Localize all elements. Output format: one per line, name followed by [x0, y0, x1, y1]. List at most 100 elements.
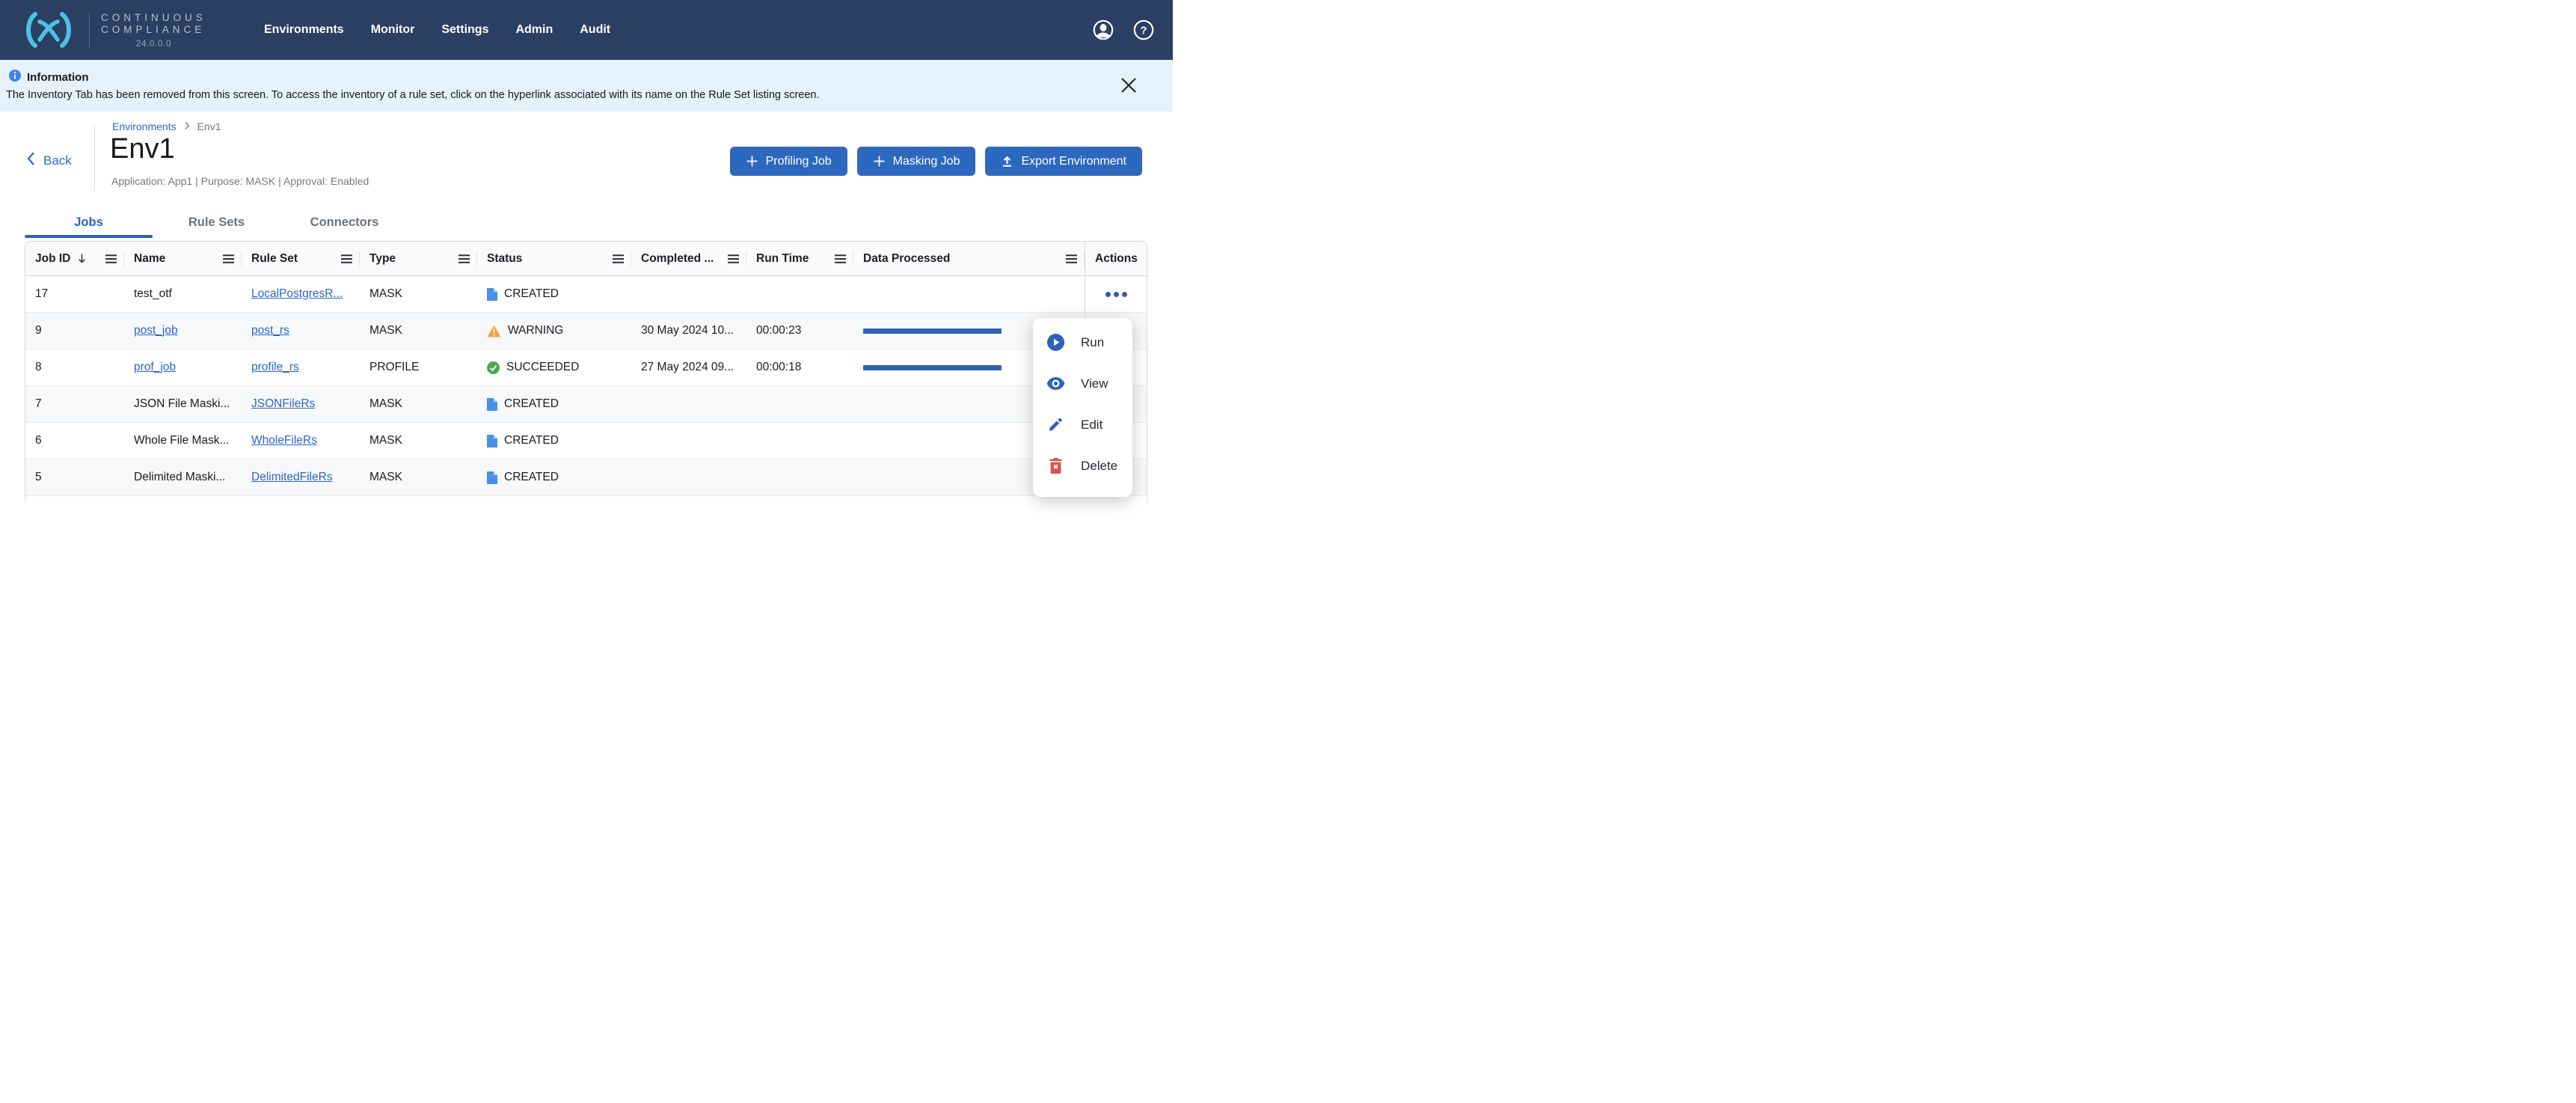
plus-icon: [746, 155, 758, 168]
menu-item-edit[interactable]: Edit: [1033, 404, 1132, 445]
page-subtitle: Application: App1 | Purpose: MASK | Appr…: [111, 175, 369, 187]
export-environment-button[interactable]: Export Environment: [985, 147, 1142, 176]
main-nav: Environments Monitor Settings Admin Audit: [264, 0, 610, 60]
brand-line-1: CONTINUOUS: [101, 12, 206, 24]
job-type-cell: MASK: [360, 276, 477, 312]
column-menu-icon[interactable]: [459, 254, 470, 263]
column-menu-icon[interactable]: [1066, 254, 1077, 263]
rule-set-cell: post_rs: [242, 313, 360, 349]
nav-item-monitor[interactable]: Monitor: [371, 23, 415, 37]
banner-close-icon[interactable]: [1120, 77, 1138, 95]
nav-item-admin[interactable]: Admin: [515, 23, 553, 37]
button-label: Masking Job: [893, 155, 960, 168]
menu-item-label: Run: [1081, 335, 1104, 350]
banner-message: The Inventory Tab has been removed from …: [6, 89, 820, 101]
rule-set-link[interactable]: profile_rs: [251, 361, 299, 374]
column-menu-icon[interactable]: [835, 254, 846, 263]
run-time-cell: [746, 276, 853, 312]
account-icon[interactable]: [1093, 19, 1114, 40]
rule-set-link[interactable]: LocalPostgresR...: [251, 287, 343, 301]
nav-item-settings[interactable]: Settings: [441, 23, 488, 37]
column-label: Type: [369, 252, 396, 266]
rule-set-link[interactable]: DelimitedFileRs: [251, 471, 333, 484]
jobs-table: Job IDNameRule SetTypeStatusCompleted ..…: [25, 241, 1147, 502]
menu-item-delete[interactable]: Delete: [1033, 445, 1132, 486]
completed-cell: [631, 276, 746, 312]
job-name-cell: post_job: [124, 313, 242, 349]
job-id-cell: 7: [25, 386, 124, 422]
button-label: Export Environment: [1021, 155, 1126, 168]
job-id-cell: 9: [25, 313, 124, 349]
page-title: Env1: [110, 133, 175, 165]
run-time-cell: [746, 459, 853, 495]
info-icon: [9, 70, 21, 85]
breadcrumb-current: Env1: [197, 120, 221, 132]
column-menu-icon[interactable]: [341, 254, 352, 263]
help-icon[interactable]: ?: [1133, 19, 1154, 40]
row-actions-menu: Run ViewEdit Delete: [1033, 318, 1132, 497]
rule-set-link[interactable]: JSONFileRs: [251, 397, 315, 411]
rule-set-cell: WholeFileRs: [242, 423, 360, 459]
completed-cell: [631, 386, 746, 422]
back-button[interactable]: Back: [26, 151, 72, 170]
table-row-job-6: 6Whole File Mask...WholeFileRsMASKCREATE…: [25, 423, 1147, 459]
menu-item-run[interactable]: Run: [1033, 322, 1132, 363]
tab-connectors[interactable]: Connectors: [280, 210, 408, 235]
profiling-job-button[interactable]: Profiling Job: [730, 147, 847, 176]
row-actions-button[interactable]: [1101, 287, 1132, 302]
tab-rule-sets[interactable]: Rule Sets: [153, 210, 280, 235]
document-status-icon: [487, 435, 497, 447]
column-header-name: Name: [124, 242, 242, 275]
brand-wordmark: CONTINUOUS COMPLIANCE 24.0.0.0: [101, 12, 206, 49]
column-header-job-id: Job ID: [25, 242, 124, 275]
rule-set-link[interactable]: WholeFileRs: [251, 434, 317, 447]
brand-logo: CONTINUOUS COMPLIANCE 24.0.0.0: [21, 0, 206, 60]
info-banner: Information The Inventory Tab has been r…: [0, 60, 1173, 111]
run-time-cell: [746, 386, 853, 422]
status-cell: SUCCEEDED: [477, 349, 631, 385]
column-menu-icon[interactable]: [105, 254, 117, 263]
sort-desc-icon[interactable]: [77, 253, 87, 264]
nav-item-environments[interactable]: Environments: [264, 23, 344, 37]
completed-cell: 27 May 2024 09...: [631, 349, 746, 385]
column-header-completed: Completed ...: [631, 242, 746, 275]
top-icons: ?: [1093, 0, 1154, 60]
status-cell: CREATED: [477, 423, 631, 459]
pencil-icon: [1046, 417, 1065, 433]
table-row-job-8: 8prof_jobprofile_rsPROFILESUCCEEDED27 Ma…: [25, 349, 1147, 386]
menu-item-label: Delete: [1081, 459, 1117, 474]
breadcrumb-environments-link[interactable]: Environments: [112, 120, 177, 132]
active-tab-underline: [25, 235, 153, 238]
masking-job-button[interactable]: Masking Job: [857, 147, 976, 176]
upload-icon: [1001, 155, 1013, 168]
job-type-cell: PROFILE: [360, 349, 477, 385]
header-actions: Profiling Job Masking Job Export Environme…: [730, 147, 1142, 176]
success-status-icon: [487, 361, 500, 374]
completed-cell: [631, 459, 746, 495]
document-status-icon: [487, 288, 497, 301]
nav-item-audit[interactable]: Audit: [580, 23, 610, 37]
rule-set-link[interactable]: post_rs: [251, 324, 289, 337]
warning-status-icon: [487, 325, 501, 337]
job-name-link[interactable]: prof_job: [134, 361, 176, 374]
table-body: 17test_otfLocalPostgresR...MASKCREATED9p…: [25, 276, 1147, 496]
rule-set-cell: profile_rs: [242, 349, 360, 385]
completed-cell: [631, 423, 746, 459]
menu-item-view[interactable]: View: [1033, 363, 1132, 404]
document-status-icon: [487, 398, 497, 411]
status-label: SUCCEEDED: [506, 361, 579, 374]
tab-jobs[interactable]: Jobs: [25, 210, 153, 235]
run-time-cell: 00:00:18: [746, 349, 853, 385]
table-row-job-7: 7JSON File Maski...JSONFileRsMASKCREATED: [25, 386, 1147, 423]
column-label: Status: [487, 252, 522, 266]
column-menu-icon[interactable]: [613, 254, 624, 263]
job-name-cell: Whole File Mask...: [124, 423, 242, 459]
job-name-cell: test_otf: [124, 276, 242, 312]
column-menu-icon[interactable]: [728, 254, 739, 263]
column-label: Run Time: [756, 252, 809, 266]
column-menu-icon[interactable]: [223, 254, 234, 263]
delphix-logo-icon: [21, 12, 76, 48]
job-name-link[interactable]: post_job: [134, 324, 178, 337]
job-type-cell: MASK: [360, 386, 477, 422]
column-label: Job ID: [35, 252, 70, 266]
